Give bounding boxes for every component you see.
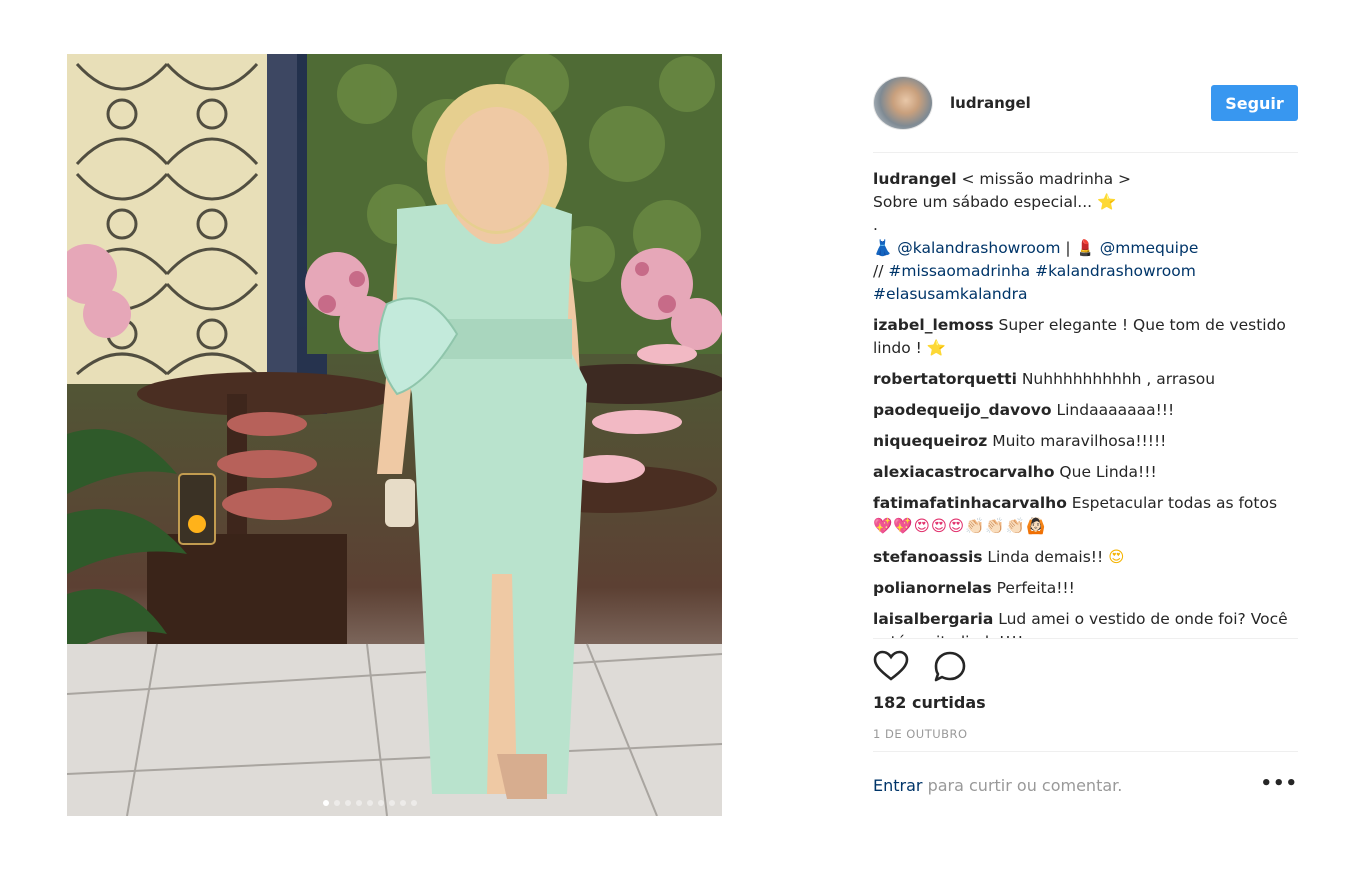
comment-username[interactable]: fatimafatinhacarvalho <box>873 494 1067 512</box>
caption-divider: | <box>1060 239 1076 257</box>
divider <box>873 751 1298 752</box>
comment-item: robertatorquetti Nuhhhhhhhhhh , arrasou <box>873 368 1298 391</box>
comment-username[interactable]: niquequeiroz <box>873 432 987 450</box>
carousel-dot[interactable] <box>366 800 373 806</box>
hashtag-link[interactable]: #missaomadrinha <box>888 262 1030 280</box>
mention-link[interactable]: @kalandrashowroom <box>897 239 1060 257</box>
carousel-dot[interactable] <box>377 800 384 806</box>
comment-item: laisalbergaria Lud amei o vestido de ond… <box>873 608 1298 639</box>
divider <box>873 638 1298 639</box>
comment-item: paodequeijo_davovo Lindaaaaaaa!!! <box>873 399 1298 422</box>
caption-username[interactable]: ludrangel <box>873 170 957 188</box>
avatar[interactable] <box>873 76 933 130</box>
header-username[interactable]: ludrangel <box>950 94 1031 112</box>
comment-username[interactable]: izabel_lemoss <box>873 316 994 334</box>
login-link[interactable]: Entrar <box>873 776 922 795</box>
caption-line1: < missão madrinha > <box>961 170 1132 188</box>
caption-line2: Sobre um sábado especial... <box>873 193 1097 211</box>
follow-button[interactable]: Seguir <box>1211 85 1298 121</box>
comment-username[interactable]: paodequeijo_davovo <box>873 401 1052 419</box>
carousel-dot[interactable] <box>322 800 329 806</box>
comment-text: Linda demais!! <box>987 548 1109 566</box>
mention-link[interactable]: @mmequipe <box>1100 239 1199 257</box>
post-photo[interactable] <box>67 54 722 816</box>
login-text: para curtir ou comentar. <box>922 776 1123 795</box>
lipstick-emoji: 💄 <box>1075 239 1095 257</box>
comment-text: Perfeita!!! <box>996 579 1075 597</box>
comment-text: Que Linda!!! <box>1059 463 1157 481</box>
comment-text: Espetacular todas as fotos <box>1071 494 1278 512</box>
carousel-dot[interactable] <box>399 800 406 806</box>
comment-username[interactable]: alexiacastrocarvalho <box>873 463 1054 481</box>
star-emoji: ⭐ <box>926 339 947 357</box>
carousel-indicator[interactable] <box>67 800 722 806</box>
carousel-dot[interactable] <box>344 800 351 806</box>
caption-line3: . <box>873 216 878 234</box>
heart-icon[interactable] <box>873 650 909 686</box>
emoji-sequence: 💖💖😍😍😍👏🏻👏🏻👏🏻🙆🏻 <box>873 517 1047 535</box>
caption-prefix: // <box>873 262 889 280</box>
post-date[interactable]: 1 DE OUTUBRO <box>873 727 968 741</box>
comment-username[interactable]: laisalbergaria <box>873 610 993 628</box>
divider <box>873 152 1298 153</box>
hashtag-link[interactable]: #kalandrashowroom <box>1035 262 1196 280</box>
comment-text: Muito maravilhosa!!!!! <box>992 432 1167 450</box>
post-header: ludrangel Seguir <box>873 76 1298 130</box>
comment-username[interactable]: stefanoassis <box>873 548 982 566</box>
like-count[interactable]: 182 curtidas <box>873 693 986 712</box>
carousel-dot[interactable] <box>388 800 395 806</box>
comment-item: fatimafatinhacarvalho Espetacular todas … <box>873 492 1298 538</box>
comment-item: polianornelas Perfeita!!! <box>873 577 1298 600</box>
login-prompt: Entrar para curtir ou comentar. ••• <box>873 775 1298 796</box>
action-bar <box>873 650 967 686</box>
hashtag-link[interactable]: #elasusamkalandra <box>873 285 1027 303</box>
comment-username[interactable]: polianornelas <box>873 579 992 597</box>
speech-bubble-icon[interactable] <box>933 650 967 686</box>
comment-item: izabel_lemoss Super elegante ! Que tom d… <box>873 314 1298 360</box>
comment-item: niquequeiroz Muito maravilhosa!!!!! <box>873 430 1298 453</box>
carousel-dot[interactable] <box>410 800 417 806</box>
comment-username[interactable]: robertatorquetti <box>873 370 1017 388</box>
carousel-dot[interactable] <box>355 800 362 806</box>
dress-emoji: 👗 <box>873 239 893 257</box>
comment-text: Nuhhhhhhhhhh , arrasou <box>1021 370 1216 388</box>
post-side-panel: ludrangel Seguir ludrangel < missão madr… <box>873 54 1298 816</box>
photo-illustration <box>67 54 722 816</box>
carousel-dot[interactable] <box>333 800 340 806</box>
comment-item: stefanoassis Linda demais!! 😍 <box>873 546 1298 569</box>
caption: ludrangel < missão madrinha > Sobre um s… <box>873 168 1298 306</box>
comments-list[interactable]: ludrangel < missão madrinha > Sobre um s… <box>873 168 1298 639</box>
heart-eyes-emoji: 😍 <box>1108 548 1125 566</box>
comment-item: alexiacastrocarvalho Que Linda!!! <box>873 461 1298 484</box>
more-options-icon[interactable]: ••• <box>1260 775 1298 793</box>
star-emoji: ⭐ <box>1097 193 1117 211</box>
comment-text: Lindaaaaaaa!!! <box>1056 401 1175 419</box>
